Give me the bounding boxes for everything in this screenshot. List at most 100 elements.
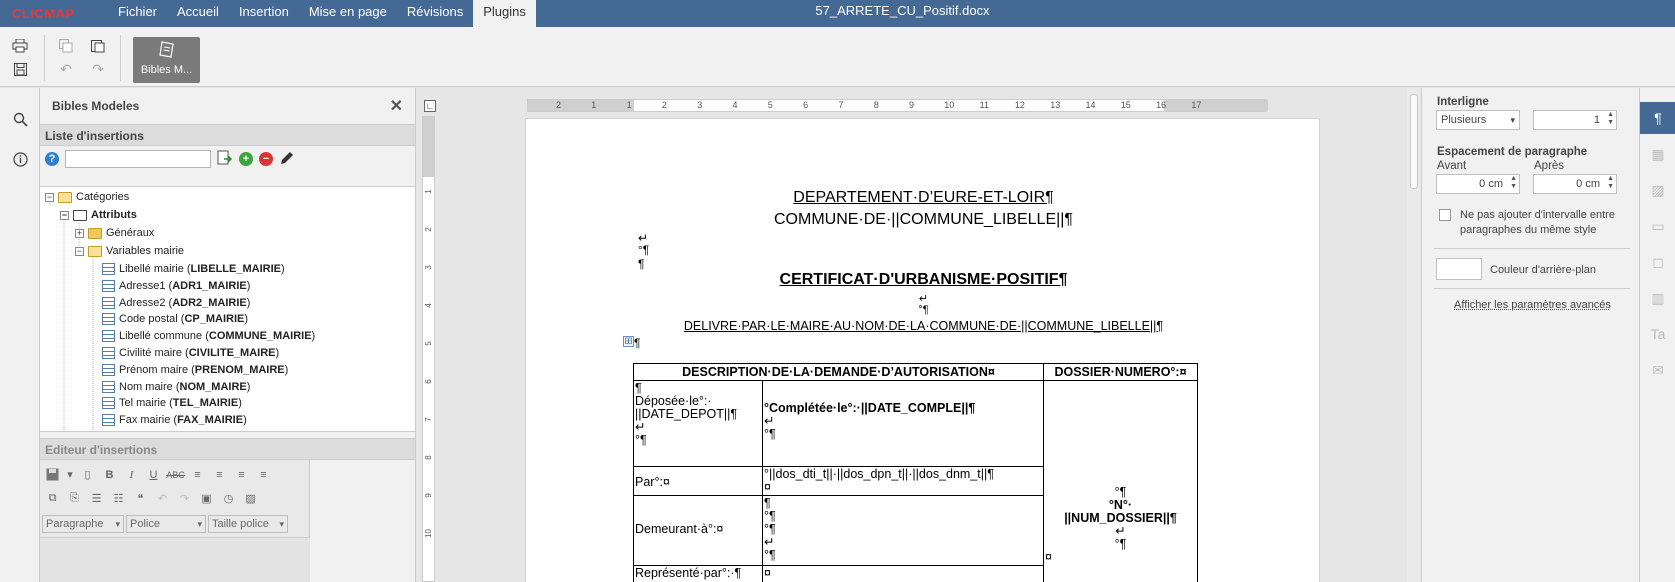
align-left-icon[interactable]: ≡: [189, 466, 206, 483]
tree-variable-item[interactable]: Nom maire (NOM_MAIRE): [102, 378, 250, 396]
cell-represente-value[interactable]: ¤: [762, 565, 1044, 582]
paste-icon[interactable]: ⎘: [66, 490, 83, 507]
search-icon[interactable]: [10, 112, 30, 132]
chart-icon[interactable]: ▥: [1640, 282, 1675, 314]
tree-variable-item[interactable]: Code postal (CP_MAIRIE): [102, 310, 248, 328]
tree-variable-item[interactable]: Fax mairie (FAX_MAIRIE): [102, 411, 247, 429]
edit-pencil-icon[interactable]: [279, 150, 295, 169]
remove-icon[interactable]: −: [259, 152, 273, 166]
text-art-icon[interactable]: Ta: [1640, 318, 1675, 350]
tree-variable-item[interactable]: Libellé commune (COMMUNE_MAIRIE): [102, 327, 315, 345]
scrollbar-thumb[interactable]: [1410, 94, 1418, 189]
bibles-modeles-button[interactable]: Bibles M...: [133, 37, 200, 83]
tree-variable-item[interactable]: Adresse1 (ADR1_MAIRIE): [102, 277, 250, 295]
undo-icon[interactable]: ↶: [154, 490, 171, 507]
italic-button[interactable]: I: [123, 466, 140, 483]
spinner-icon[interactable]: ▲ ▼: [1510, 175, 1517, 191]
document-scrollbar[interactable]: [1407, 88, 1421, 582]
redo-icon[interactable]: ↷: [176, 490, 193, 507]
apres-input[interactable]: 0 cm ▲ ▼: [1533, 174, 1617, 194]
spinner-icon[interactable]: ▲ ▼: [1607, 111, 1614, 127]
interligne-value-input[interactable]: 1 ▲ ▼: [1533, 110, 1617, 130]
cell-demeurant[interactable]: Demeurant·à°:¤: [633, 495, 763, 566]
spinner-icon[interactable]: ▲ ▼: [1607, 175, 1614, 191]
mail-merge-icon[interactable]: ✉: [1640, 354, 1675, 386]
new-document-icon[interactable]: ▯: [79, 466, 96, 483]
paste-icon[interactable]: [88, 36, 108, 56]
image-icon[interactable]: ▨: [242, 490, 259, 507]
add-icon[interactable]: +: [239, 152, 253, 166]
font-size-select[interactable]: Taille police: [208, 515, 288, 533]
info-icon[interactable]: [10, 152, 30, 172]
underline-button[interactable]: U: [145, 466, 162, 483]
tree-node-categories[interactable]: − Catégories: [45, 188, 129, 206]
cell-par-value[interactable]: °||dos_dti_t||·||dos_dpn_t||·||dos_dnm_t…: [762, 466, 1044, 496]
table-move-handle-icon[interactable]: ⊞: [623, 336, 634, 347]
expand-toggle-icon[interactable]: +: [75, 228, 84, 238]
collapse-toggle-icon[interactable]: −: [45, 192, 54, 202]
font-select[interactable]: Police: [126, 515, 206, 533]
tab-insertion[interactable]: Insertion: [229, 0, 299, 27]
redo-icon[interactable]: ↷: [88, 59, 108, 79]
strikethrough-button[interactable]: ABC: [166, 466, 185, 483]
avant-input[interactable]: 0 cm ▲ ▼: [1436, 174, 1520, 194]
cell-represente[interactable]: Représenté·par°:·¶: [633, 565, 763, 582]
table-icon[interactable]: ▦: [1640, 138, 1675, 170]
tab-accueil[interactable]: Accueil: [167, 0, 229, 27]
clock-icon[interactable]: ◷: [220, 490, 237, 507]
copy-icon[interactable]: [56, 36, 76, 56]
document-page[interactable]: DEPARTEMENT·D’EURE-ET-LOIR¶ COMMUNE·DE·|…: [525, 118, 1320, 582]
save-icon[interactable]: [44, 466, 61, 483]
print-icon[interactable]: [10, 36, 30, 56]
tab-fichier[interactable]: Fichier: [108, 0, 167, 27]
chevron-down-icon[interactable]: ▾: [66, 466, 74, 483]
tree-variable-item[interactable]: Prénom maire (PRENOM_MAIRE): [102, 361, 288, 379]
tree-node-attributs[interactable]: − Attributs: [60, 206, 137, 224]
collapse-toggle-icon[interactable]: −: [60, 210, 69, 220]
justify-icon[interactable]: ≡: [255, 466, 272, 483]
image-icon[interactable]: ▨: [1640, 174, 1675, 206]
cell-par[interactable]: Par°:¤: [633, 466, 763, 496]
horizontal-ruler[interactable]: 2 1 1 2 3 4 5 6 7 8 9 10 11 12 13 14 15 16 17: [527, 99, 1268, 112]
dossier-table[interactable]: DESCRIPTION·DE·LA·DEMANDE·D’AUTORISATION…: [633, 363, 1198, 582]
paragraph-icon[interactable]: ¶: [1640, 102, 1675, 134]
close-icon[interactable]: ✕: [390, 96, 403, 116]
numbered-list-icon[interactable]: ☷: [110, 490, 127, 507]
collapse-toggle-icon[interactable]: −: [75, 246, 84, 256]
interligne-mode-select[interactable]: Plusieurs ▾: [1436, 110, 1520, 130]
editor-content-area[interactable]: [40, 537, 310, 582]
shape-icon[interactable]: ◻: [1640, 246, 1675, 278]
paragraph-select[interactable]: Paragraphe: [42, 515, 124, 533]
align-center-icon[interactable]: ≡: [211, 466, 228, 483]
background-color-picker[interactable]: [1436, 258, 1482, 280]
tree-node-generaux[interactable]: + Généraux: [75, 224, 154, 242]
no-interval-checkbox[interactable]: [1439, 209, 1451, 221]
tab-stop-selector[interactable]: ∟: [424, 100, 436, 112]
quote-icon[interactable]: ❝: [132, 490, 149, 507]
source-code-icon[interactable]: ▣: [198, 490, 215, 507]
header-footer-icon[interactable]: ▭: [1640, 210, 1675, 242]
tree-variable-item[interactable]: Adresse2 (ADR2_MAIRIE): [102, 294, 250, 312]
cell-demeurant-value[interactable]: ¶ °¶ °¶ ↵ °¶: [762, 495, 1044, 566]
insertions-search-input[interactable]: [65, 150, 211, 168]
tree-variable-item[interactable]: Civilité maire (CIVILITE_MAIRE): [102, 344, 279, 362]
tab-plugins[interactable]: Plugins: [473, 0, 536, 27]
save-icon[interactable]: [10, 59, 30, 79]
vertical-ruler[interactable]: 1 2 3 4 5 6 7 8 9 10: [422, 116, 435, 582]
align-right-icon[interactable]: ≡: [233, 466, 250, 483]
cell-completee[interactable]: °Complétée·le°:·||DATE_COMPLE||¶ ↵ °¶: [762, 380, 1044, 467]
undo-icon[interactable]: ↶: [56, 59, 76, 79]
tab-mise-en-page[interactable]: Mise en page: [299, 0, 397, 27]
copy-icon[interactable]: ⧉: [44, 490, 61, 507]
tree-variable-item[interactable]: Tel mairie (TEL_MAIRIE): [102, 394, 242, 412]
insert-into-document-icon[interactable]: [217, 150, 233, 169]
bold-button[interactable]: B: [101, 466, 118, 483]
bullet-list-icon[interactable]: ☰: [88, 490, 105, 507]
cell-num-dossier[interactable]: °¶ °N°· ||NUM_DOSSIER||¶ ↵ °¶ ¤: [1043, 380, 1198, 582]
tree-variable-item[interactable]: Libellé mairie (LIBELLE_MAIRIE): [102, 260, 285, 278]
tab-revisions[interactable]: Révisions: [397, 0, 473, 27]
cell-deposee[interactable]: ¶ Déposée·le°:· ||DATE_DEPOT||¶ ↵ °¶: [633, 380, 763, 467]
advanced-settings-link[interactable]: Afficher les paramètres avancés: [1454, 299, 1611, 311]
help-icon[interactable]: ?: [45, 152, 59, 166]
tree-node-variables-mairie[interactable]: − Variables mairie: [75, 242, 184, 260]
